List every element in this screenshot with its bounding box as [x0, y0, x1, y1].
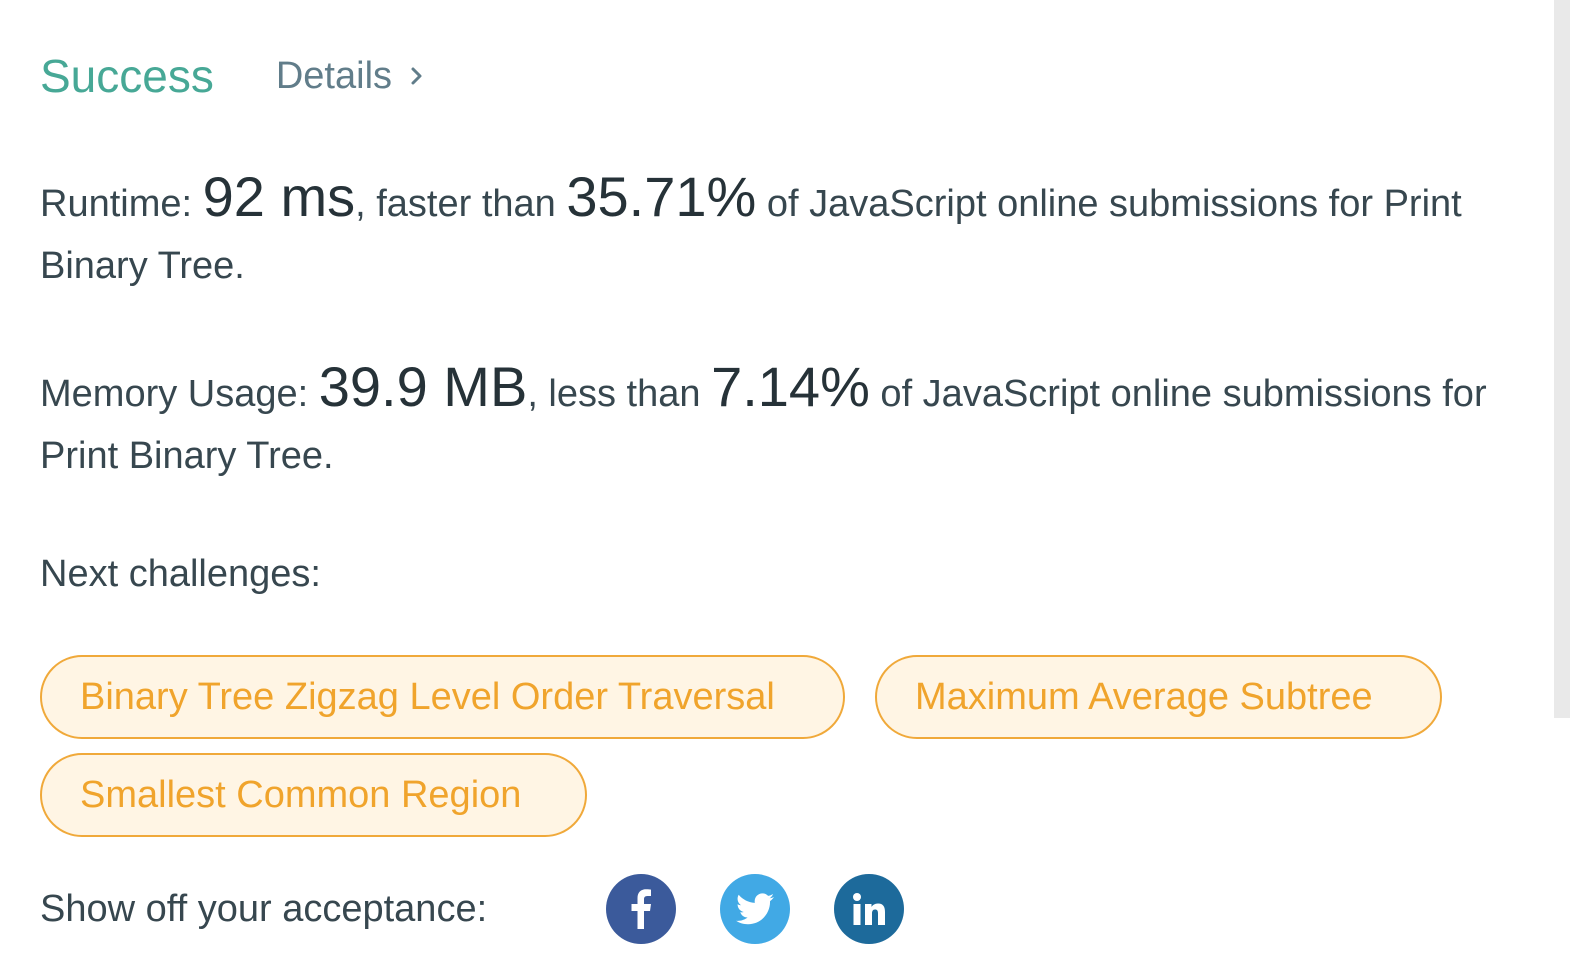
runtime-value: 92 ms: [202, 165, 356, 228]
challenge-pill[interactable]: Binary Tree Zigzag Level Order Traversal: [40, 655, 845, 739]
memory-stat: Memory Usage: 39.9 MB, less than 7.14% o…: [40, 356, 1540, 487]
runtime-comparison: , faster than: [355, 183, 567, 225]
facebook-icon[interactable]: [606, 874, 676, 944]
runtime-label: Runtime:: [40, 183, 203, 225]
share-row: Show off your acceptance:: [40, 873, 948, 945]
challenge-pill[interactable]: Smallest Common Region: [40, 753, 587, 837]
memory-label: Memory Usage:: [40, 373, 319, 415]
memory-percent: 7.14%: [711, 355, 870, 418]
next-challenges-label: Next challenges:: [40, 553, 321, 595]
twitter-icon[interactable]: [720, 874, 790, 944]
share-label: Show off your acceptance:: [40, 887, 488, 930]
linkedin-icon[interactable]: [834, 874, 904, 944]
details-label: Details: [275, 54, 393, 97]
runtime-percent: 35.71%: [566, 165, 757, 228]
submission-result-panel: Success Details Runtime: 92 ms, faster t…: [0, 0, 1570, 976]
result-header: Success Details: [40, 44, 424, 108]
chevron-right-icon: [410, 65, 424, 87]
status-label: Success: [40, 50, 214, 102]
details-link[interactable]: Details: [276, 55, 424, 98]
memory-value: 39.9 MB: [318, 355, 528, 418]
runtime-stat: Runtime: 92 ms, faster than 35.71% of Ja…: [40, 166, 1540, 297]
memory-comparison: , less than: [527, 373, 712, 415]
scrollbar[interactable]: [1554, 0, 1570, 718]
challenge-pill[interactable]: Maximum Average Subtree: [875, 655, 1442, 739]
